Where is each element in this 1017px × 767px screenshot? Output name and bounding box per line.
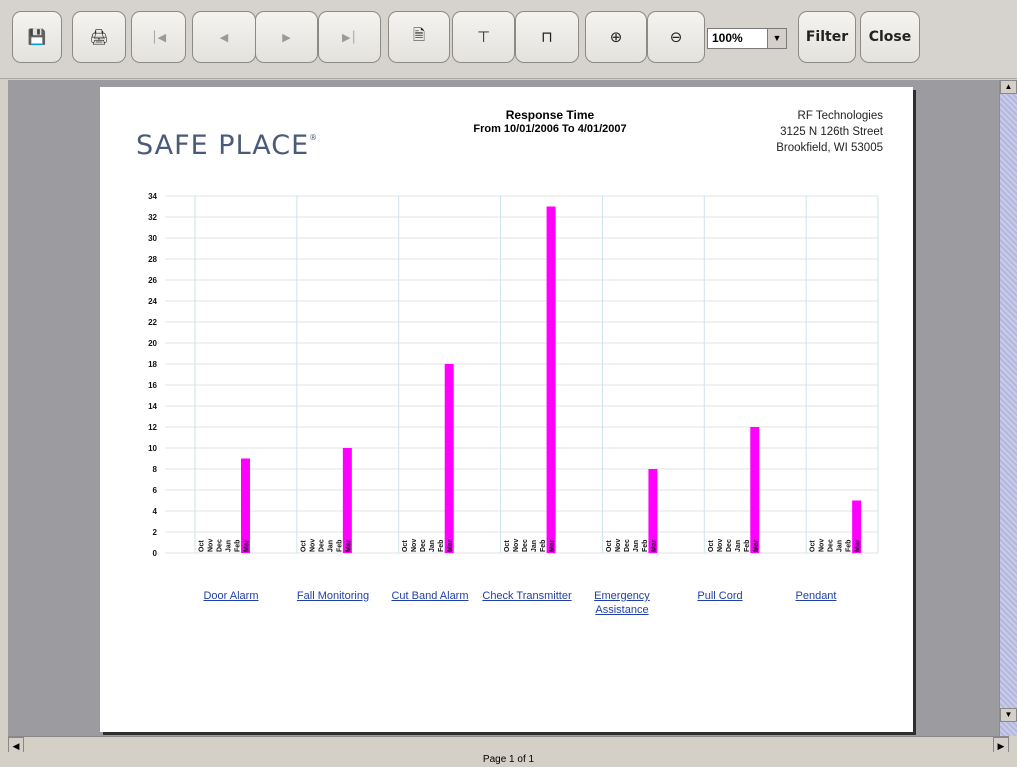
response-time-chart: 0246810121416182022242628303234Oct Nov Dec… <box>148 192 879 558</box>
page-indicator: Page 1 of 1 <box>0 752 1017 767</box>
scroll-right-icon[interactable]: ▶ <box>993 737 1009 753</box>
y-tick-label: 18 <box>148 360 157 369</box>
y-tick-label: 14 <box>148 402 157 411</box>
y-tick-label: 34 <box>148 192 157 201</box>
month-label: Feb <box>235 540 242 552</box>
month-label: Mar <box>345 539 352 552</box>
scroll-down-icon[interactable]: ▼ <box>1000 708 1017 722</box>
bar-mar <box>750 427 760 553</box>
bar-mar <box>342 448 352 553</box>
month-label: Jan <box>429 540 436 552</box>
month-label: Nov <box>615 539 622 552</box>
vertical-scrollbar[interactable]: ▲ ▼ <box>999 80 1017 736</box>
category-link[interactable]: Pendant <box>761 589 871 603</box>
horizontal-scrollbar[interactable]: ◀ ▶ <box>8 736 1009 753</box>
y-tick-label: 28 <box>148 255 157 264</box>
y-tick-label: 8 <box>153 465 158 474</box>
month-label: Nov <box>309 539 316 552</box>
bar-mar <box>444 364 454 553</box>
category-link[interactable]: Emergency Assistance <box>567 589 677 617</box>
month-label: Oct <box>810 540 817 552</box>
month-label: Feb <box>846 540 853 552</box>
month-label: Dec <box>726 539 733 552</box>
month-label: Oct <box>708 540 715 552</box>
month-label: Oct <box>199 540 206 552</box>
month-label: Dec <box>217 539 224 552</box>
y-tick-label: 24 <box>148 297 157 306</box>
month-label: Mar <box>244 539 251 552</box>
month-label: Oct <box>606 540 613 552</box>
month-label: Nov <box>411 539 418 552</box>
month-label: Jan <box>837 540 844 552</box>
month-label: Feb <box>642 540 649 552</box>
y-tick-label: 4 <box>153 507 158 516</box>
month-label: Dec <box>828 539 835 552</box>
month-label: Mar <box>855 539 862 552</box>
month-label: Dec <box>522 539 529 552</box>
y-tick-label: 10 <box>148 444 157 453</box>
y-tick-label: 6 <box>153 486 158 495</box>
y-tick-label: 20 <box>148 339 157 348</box>
month-label: Jan <box>633 540 640 552</box>
month-label: Jan <box>327 540 334 552</box>
month-label: Oct <box>504 540 511 552</box>
category-link[interactable]: Fall Monitoring <box>278 589 388 603</box>
month-label: Nov <box>717 539 724 552</box>
scroll-up-icon[interactable]: ▲ <box>1000 80 1017 94</box>
month-label: Feb <box>336 540 343 552</box>
y-tick-label: 30 <box>148 234 157 243</box>
category-link[interactable]: Cut Band Alarm <box>375 589 485 603</box>
month-label: Jan <box>735 540 742 552</box>
month-label: Oct <box>300 540 307 552</box>
category-link[interactable]: Check Transmitter <box>472 589 582 603</box>
month-label: Nov <box>819 539 826 552</box>
month-label: Dec <box>420 539 427 552</box>
month-label: Feb <box>744 540 751 552</box>
y-tick-label: 22 <box>148 318 157 327</box>
bar-mar <box>241 458 250 553</box>
month-label: Oct <box>402 540 409 552</box>
month-label: Jan <box>531 540 538 552</box>
month-label: Mar <box>549 539 556 552</box>
scroll-left-icon[interactable]: ◀ <box>8 737 24 753</box>
month-label: Nov <box>513 539 520 552</box>
y-tick-label: 16 <box>148 381 157 390</box>
month-label: Mar <box>447 539 454 552</box>
y-tick-label: 2 <box>153 528 158 537</box>
y-tick-label: 0 <box>153 549 158 558</box>
month-label: Mar <box>651 539 658 552</box>
month-label: Nov <box>208 539 215 552</box>
bar-mar <box>546 206 556 553</box>
month-label: Dec <box>318 539 325 552</box>
y-tick-label: 32 <box>148 213 157 222</box>
y-tick-label: 26 <box>148 276 157 285</box>
y-tick-label: 12 <box>148 423 157 432</box>
category-link[interactable]: Door Alarm <box>176 589 286 603</box>
category-link[interactable]: Pull Cord <box>665 589 775 603</box>
month-label: Jan <box>226 540 233 552</box>
month-label: Feb <box>438 540 445 552</box>
month-label: Dec <box>624 539 631 552</box>
month-label: Mar <box>753 539 760 552</box>
month-label: Feb <box>540 540 547 552</box>
